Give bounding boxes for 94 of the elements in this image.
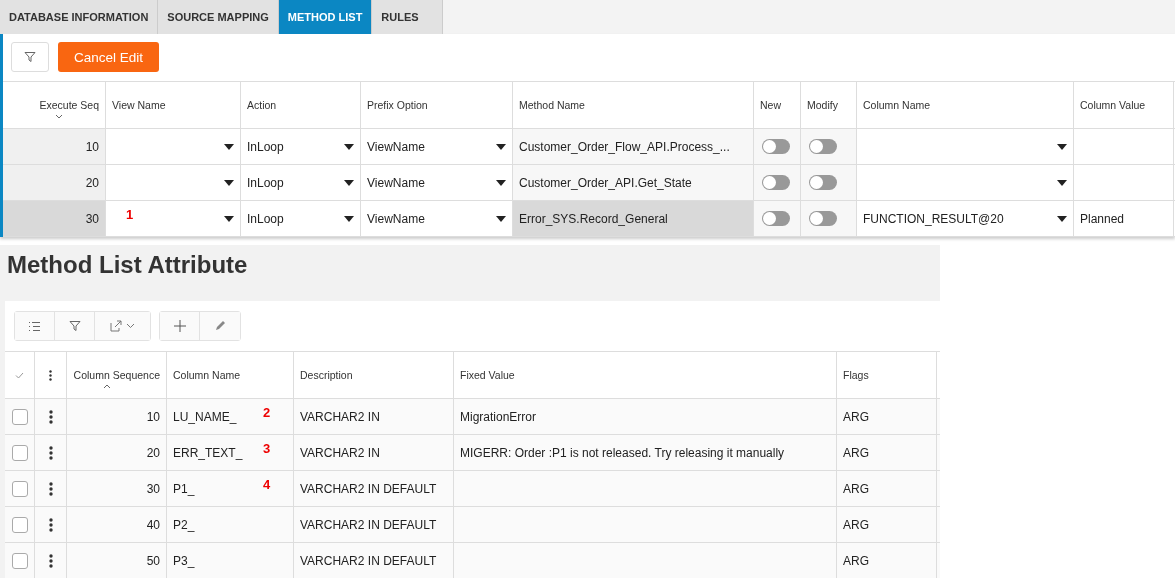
more-icon[interactable] bbox=[48, 553, 53, 568]
filter-button[interactable] bbox=[11, 42, 49, 72]
caret-icon bbox=[1057, 179, 1067, 186]
table-cell: Customer_Order_API.Get_State bbox=[513, 165, 754, 200]
tab[interactable]: DATABASE INFORMATION bbox=[0, 0, 159, 34]
column-header: Modify bbox=[801, 82, 857, 128]
caret-icon bbox=[224, 143, 234, 150]
column-header: Description bbox=[294, 352, 454, 398]
table-cell: 40 bbox=[67, 507, 167, 542]
column-header: Column Name bbox=[167, 352, 294, 398]
toggle-switch[interactable] bbox=[809, 175, 837, 190]
column-header: Column Sequence bbox=[67, 352, 167, 398]
table-cell: ARG bbox=[837, 399, 937, 434]
column-header: View Name bbox=[106, 82, 241, 128]
caret-icon bbox=[1057, 143, 1067, 150]
table-cell: P2_ bbox=[173, 517, 195, 532]
sort-up-icon bbox=[102, 384, 111, 389]
table-cell: ARG bbox=[837, 471, 937, 506]
column-header: Action bbox=[241, 82, 361, 128]
filter-icon bbox=[68, 320, 81, 332]
caret-icon bbox=[1057, 215, 1067, 222]
add-button[interactable] bbox=[160, 312, 200, 340]
section-title: Method List Attribute bbox=[7, 251, 249, 279]
table-cell: MigrationError bbox=[454, 399, 837, 434]
caret-icon bbox=[496, 143, 506, 150]
column-header: Prefix Option bbox=[361, 82, 513, 128]
filter-icon bbox=[24, 51, 36, 63]
edit-button[interactable] bbox=[200, 312, 240, 340]
annotation-number: 3 bbox=[263, 441, 271, 456]
more-icon bbox=[49, 369, 52, 381]
row-checkbox[interactable] bbox=[11, 408, 28, 425]
table-cell: MIGERR: Order :P1 is not released. Try releasing it manually bbox=[454, 435, 837, 470]
table-cell: ARG bbox=[837, 435, 937, 470]
column-header: Fixed Value bbox=[454, 352, 837, 398]
tab[interactable]: METHOD LIST bbox=[278, 0, 373, 34]
caret-icon bbox=[496, 179, 506, 186]
table-cell: LU_NAME_ bbox=[173, 409, 237, 424]
toggle-switch[interactable] bbox=[762, 211, 790, 226]
more-icon[interactable] bbox=[48, 445, 53, 460]
row-checkbox[interactable] bbox=[11, 516, 28, 533]
column-header: New bbox=[754, 82, 801, 128]
column-header: Column Value bbox=[1074, 82, 1174, 128]
caret-icon bbox=[224, 215, 234, 222]
row-checkbox[interactable] bbox=[11, 444, 28, 461]
export-button[interactable] bbox=[95, 312, 150, 340]
table-cell: Error_SYS.Record_General bbox=[513, 201, 754, 236]
pencil-icon bbox=[214, 320, 226, 332]
column-header: Method Name bbox=[513, 82, 754, 128]
column-header: Column Name bbox=[857, 82, 1074, 128]
table-cell: 30 bbox=[67, 471, 167, 506]
annotation-number: 1 bbox=[126, 207, 134, 222]
table-cell: P3_ bbox=[173, 553, 195, 568]
table-cell: ARG bbox=[837, 543, 937, 578]
table-cell: VARCHAR2 IN DEFAULT bbox=[294, 507, 454, 542]
table-cell: 20 bbox=[3, 165, 106, 200]
tab[interactable]: RULES bbox=[372, 0, 444, 34]
toggle-switch[interactable] bbox=[809, 211, 837, 226]
column-header: Flags bbox=[837, 352, 937, 398]
column-header: Execute Seq bbox=[3, 82, 106, 128]
more-icon[interactable] bbox=[48, 481, 53, 496]
toggle-switch[interactable] bbox=[762, 175, 790, 190]
more-icon[interactable] bbox=[48, 517, 53, 532]
caret-icon bbox=[344, 179, 354, 186]
caret-icon bbox=[344, 143, 354, 150]
table-cell: 20 bbox=[67, 435, 167, 470]
check-icon bbox=[15, 371, 24, 379]
toggle-switch[interactable] bbox=[762, 139, 790, 154]
table-cell: VARCHAR2 IN DEFAULT bbox=[294, 543, 454, 578]
table-cell: 30 bbox=[3, 201, 106, 236]
table-cell: ARG bbox=[837, 507, 937, 542]
table-cell: VARCHAR2 IN bbox=[294, 435, 454, 470]
table-cell: VARCHAR2 IN DEFAULT bbox=[294, 471, 454, 506]
table-cell: 10 bbox=[3, 129, 106, 164]
caret-icon bbox=[496, 215, 506, 222]
tab[interactable]: SOURCE MAPPING bbox=[158, 0, 279, 34]
annotation-number: 4 bbox=[263, 477, 271, 492]
export-icon bbox=[109, 320, 136, 332]
sort-down-icon bbox=[55, 114, 64, 119]
row-checkbox[interactable] bbox=[11, 552, 28, 569]
row-checkbox[interactable] bbox=[11, 480, 28, 497]
caret-icon bbox=[344, 215, 354, 222]
table-cell: 50 bbox=[67, 543, 167, 578]
annotation-number: 2 bbox=[263, 405, 271, 420]
table-cell: P1_ bbox=[173, 481, 195, 496]
columns-button[interactable] bbox=[15, 312, 55, 340]
caret-icon bbox=[224, 179, 234, 186]
more-icon[interactable] bbox=[48, 409, 53, 424]
plus-icon bbox=[173, 320, 186, 332]
table-cell: ERR_TEXT_ bbox=[173, 445, 243, 460]
list-icon bbox=[28, 320, 41, 332]
table-cell: 10 bbox=[67, 399, 167, 434]
table-cell: VARCHAR2 IN bbox=[294, 399, 454, 434]
toggle-switch[interactable] bbox=[809, 139, 837, 154]
table-cell: Customer_Order_Flow_API.Process_... bbox=[513, 129, 754, 164]
